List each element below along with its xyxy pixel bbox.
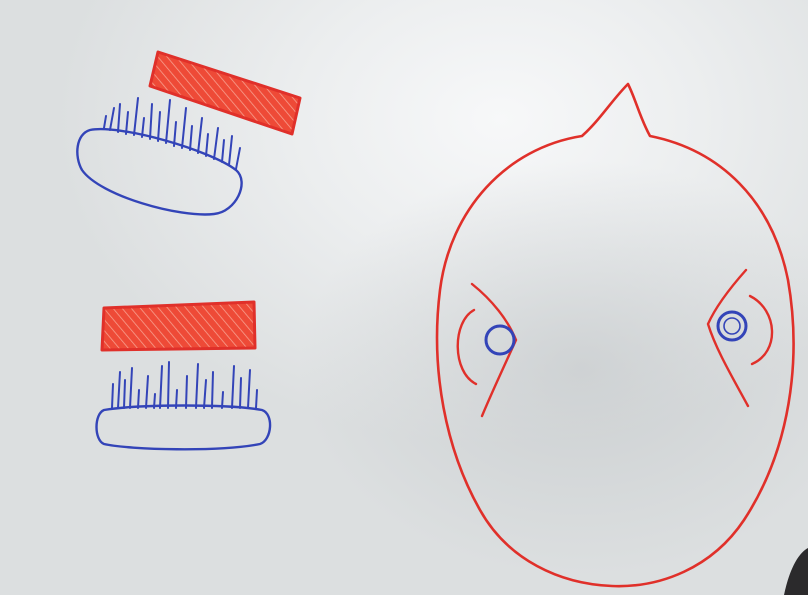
straight-brush-red-block bbox=[100, 300, 257, 352]
whiteboard-photo bbox=[0, 0, 808, 595]
board-shadow bbox=[0, 0, 808, 595]
whiteboard-canvas bbox=[0, 0, 808, 595]
